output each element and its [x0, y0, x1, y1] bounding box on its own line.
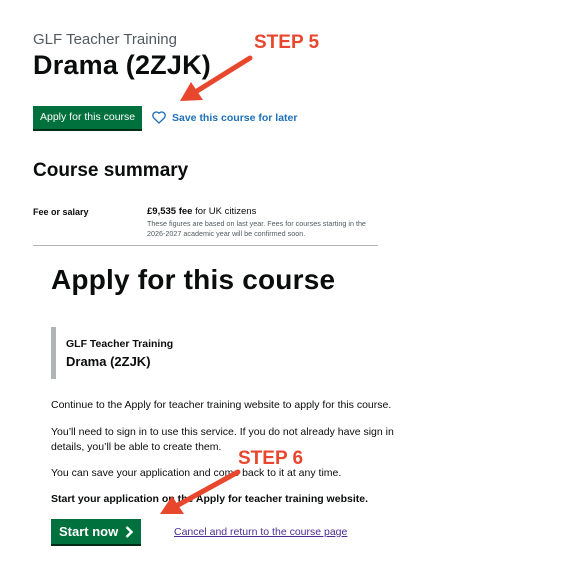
start-now-button[interactable]: Start now: [51, 519, 142, 544]
inset-course: Drama (2ZJK): [66, 354, 151, 369]
apply-for-course-button[interactable]: Apply for this course: [33, 106, 143, 129]
save-course-link[interactable]: Save this course for later: [152, 111, 297, 124]
inset-provider: GLF Teacher Training: [66, 338, 174, 350]
step-6-annotation: STEP 6: [238, 448, 304, 469]
course-inset: GLF Teacher Training Drama (2ZJK): [51, 327, 173, 379]
step-5-annotation: STEP 5: [254, 32, 320, 53]
cancel-return-link[interactable]: Cancel and return to the course page: [174, 526, 347, 538]
course-summary-heading: Course summary: [33, 160, 189, 181]
heart-icon: [152, 111, 166, 124]
start-now-label: Start now: [59, 524, 119, 539]
fee-suffix: for UK citizens: [192, 206, 257, 217]
sign-in-paragraph: You’ll need to sign in to use this servi…: [51, 426, 394, 453]
apply-heading: Apply for this course: [51, 264, 336, 295]
fee-amount: £9,535 fee: [147, 206, 193, 217]
provider-caption: GLF Teacher Training: [33, 31, 177, 48]
fee-note: These figures are based on last year. Fe…: [147, 219, 366, 238]
page-title: Drama (2ZJK): [33, 50, 211, 80]
save-application-paragraph: You can save your application and come b…: [51, 467, 342, 479]
save-course-label: Save this course for later: [172, 111, 298, 124]
summary-divider: [33, 245, 378, 246]
fee-label: Fee or salary: [33, 207, 89, 217]
chevron-right-icon: [125, 525, 134, 538]
fee-value: £9,535 fee for UK citizens: [147, 206, 256, 217]
start-application-paragraph: Start your application on the Apply for …: [51, 493, 368, 505]
continue-paragraph: Continue to the Apply for teacher traini…: [51, 399, 392, 411]
